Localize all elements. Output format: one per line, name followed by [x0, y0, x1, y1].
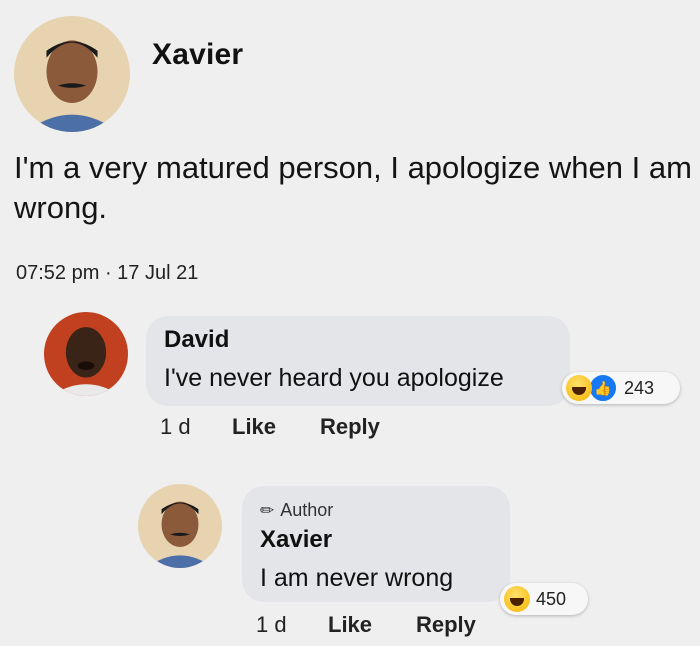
- pencil-icon: ✏: [260, 500, 275, 520]
- reaction-count: 243: [624, 377, 655, 398]
- reply-button[interactable]: Reply: [320, 414, 380, 440]
- reply-bubble: ✏ Author Xavier I am never wrong: [242, 486, 510, 602]
- reaction-summary[interactable]: 450: [500, 583, 588, 615]
- comment-bubble: David I've never heard you apologize: [146, 316, 570, 406]
- comment-author-name[interactable]: David: [164, 326, 229, 354]
- reply-author-name[interactable]: Xavier: [260, 526, 332, 554]
- like-button[interactable]: Like: [328, 612, 372, 638]
- reaction-summary[interactable]: 👍 243: [562, 372, 680, 404]
- haha-emoji-icon: [566, 375, 592, 401]
- haha-emoji-icon: [504, 586, 530, 612]
- post-author-name[interactable]: Xavier: [152, 38, 243, 72]
- like-button[interactable]: Like: [232, 414, 276, 440]
- post-timestamp: 07:52 pm · 17 Jul 21: [16, 262, 199, 284]
- reply-text: I am never wrong: [260, 564, 454, 592]
- post-author-avatar[interactable]: [14, 16, 130, 132]
- reaction-count: 450: [536, 588, 567, 609]
- comment-age: 1 d: [160, 414, 191, 439]
- author-badge: ✏ Author: [260, 500, 333, 521]
- comment-text: I've never heard you apologize: [164, 364, 504, 392]
- comment-avatar-david[interactable]: [44, 312, 128, 396]
- author-badge-label: Author: [280, 500, 334, 520]
- like-icon: 👍: [588, 373, 618, 403]
- reply-age: 1 d: [256, 612, 287, 637]
- reply-button[interactable]: Reply: [416, 612, 476, 638]
- comment-avatar-xavier[interactable]: [138, 484, 222, 568]
- post-text: I'm a very matured person, I apologize w…: [14, 150, 692, 225]
